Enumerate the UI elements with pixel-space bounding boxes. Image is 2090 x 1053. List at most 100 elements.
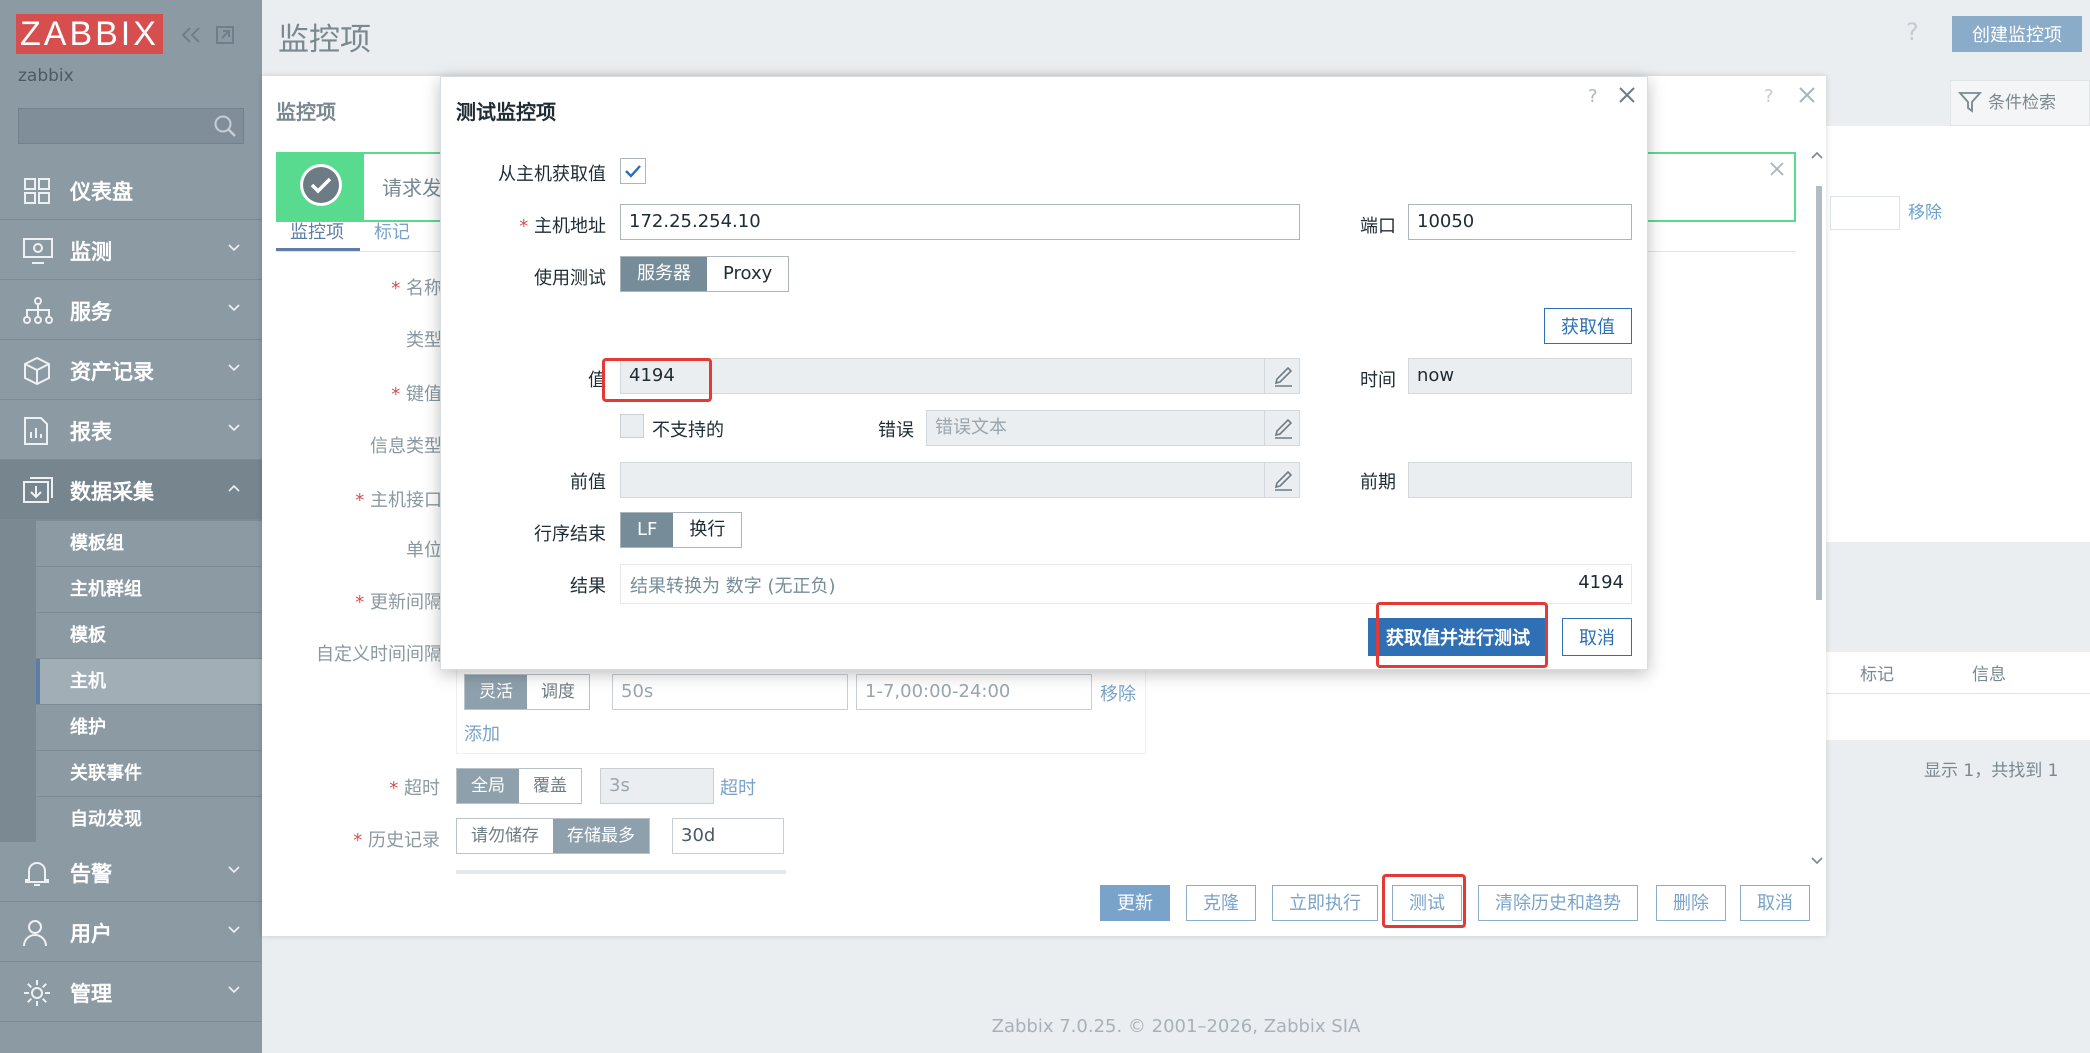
eol-crlf[interactable]: 换行 [673, 513, 742, 547]
nav-item-users[interactable]: 用户 [0, 902, 262, 962]
tab-active-underline [276, 248, 360, 251]
chevron-down-icon [228, 926, 240, 934]
value-edit-icon[interactable] [1264, 358, 1300, 394]
filter-tag-input[interactable] [1830, 196, 1900, 230]
form-fade [456, 870, 786, 874]
kiosk-mode-icon[interactable] [214, 24, 236, 46]
nav-item-administration[interactable]: 管理 [0, 962, 262, 1022]
submenu-event-correlation[interactable]: 关联事件 [36, 750, 262, 796]
help-icon[interactable]: ? [1906, 18, 1919, 46]
nav-label: 资产记录 [70, 360, 154, 384]
history-mode-do-not-store[interactable]: 请勿储存 [457, 819, 553, 853]
test-with-toggle[interactable]: 服务器 Proxy [620, 256, 790, 292]
get-from-host-label: 从主机获取值 [498, 164, 606, 185]
timeout-mode-toggle[interactable]: 全局 覆盖 [456, 768, 582, 804]
test-with-server[interactable]: 服务器 [621, 257, 707, 291]
create-item-button[interactable]: 创建监控项 [1952, 16, 2082, 52]
prev-time-input[interactable] [1408, 462, 1632, 498]
item-test-button-highlight-box [1382, 874, 1466, 928]
host-address-input[interactable]: 172.25.254.10 [620, 204, 1300, 240]
execute-now-button[interactable]: 立即执行 [1272, 885, 1378, 921]
filter-remove-link[interactable]: 移除 [1908, 198, 1942, 223]
prev-value-input[interactable] [620, 462, 1300, 498]
eol-lf[interactable]: LF [621, 513, 674, 547]
timeout-link[interactable]: 超时 [720, 774, 756, 800]
nav-label: 仪表盘 [70, 180, 133, 204]
interval-period-input[interactable]: 1-7,00:00-24:00 [856, 674, 1092, 710]
success-close-icon[interactable] [1770, 162, 1784, 176]
nav-item-monitoring[interactable]: 监测 [0, 220, 262, 280]
interval-remove-link[interactable]: 移除 [1100, 680, 1136, 706]
collapse-sidebar-icon[interactable] [180, 26, 202, 44]
units-label: 单位 [406, 540, 442, 561]
item-dialog-help-icon[interactable]: ? [1764, 86, 1774, 107]
nav-item-inventory[interactable]: 资产记录 [0, 340, 262, 400]
submenu-templates[interactable]: 模板 [36, 612, 262, 658]
get-from-host-checkbox[interactable] [620, 158, 646, 184]
test-dialog-close-icon[interactable] [1618, 86, 1636, 104]
scroll-up-icon[interactable] [1810, 150, 1824, 160]
update-button[interactable]: 更新 [1100, 885, 1170, 921]
port-input[interactable]: 10050 [1408, 204, 1632, 240]
interval-delay-input[interactable]: 50s [612, 674, 848, 710]
test-cancel-button[interactable]: 取消 [1562, 618, 1632, 656]
eol-toggle[interactable]: LF 换行 [620, 512, 743, 548]
nav-item-alerts[interactable]: 告警 [0, 842, 262, 902]
submenu-discovery[interactable]: 自动发现 [36, 796, 262, 842]
submenu-hosts[interactable]: 主机 [36, 658, 262, 705]
test-button-highlight-box [1376, 602, 1548, 668]
nav-item-reports[interactable]: 报表 [0, 400, 262, 460]
search-icon[interactable] [212, 113, 238, 139]
inventory-icon [22, 356, 52, 386]
nav-item-services[interactable]: 服务 [0, 280, 262, 340]
history-mode-store-up-to[interactable]: 存储最多 [553, 819, 649, 853]
zabbix-logo[interactable]: ZABBIX [16, 14, 163, 54]
item-dialog-close-icon[interactable] [1798, 86, 1816, 104]
scroll-down-icon[interactable] [1810, 856, 1824, 866]
error-input[interactable]: 错误文本 [926, 410, 1300, 446]
timeout-input[interactable]: 3s [600, 768, 714, 804]
nav-label: 报表 [70, 420, 112, 444]
filter-label[interactable]: 条件检索 [1988, 88, 2056, 113]
tab-tags[interactable]: 标记 [374, 218, 410, 244]
delete-button[interactable]: 删除 [1656, 885, 1726, 921]
reports-icon [22, 416, 50, 446]
timeout-mode-global[interactable]: 全局 [457, 769, 519, 803]
time-input[interactable]: now [1408, 358, 1632, 394]
interval-mode-toggle[interactable]: 灵活 调度 [464, 674, 590, 710]
nav-item-dashboard[interactable]: 仪表盘 [0, 160, 262, 220]
success-message-text: 请求发 [382, 176, 442, 200]
test-with-proxy[interactable]: Proxy [707, 257, 789, 291]
clone-button[interactable]: 克隆 [1186, 885, 1256, 921]
interval-mode-flexible[interactable]: 灵活 [465, 675, 527, 709]
sidebar-search-input[interactable] [18, 108, 244, 144]
eol-label: 行序结束 [534, 524, 606, 545]
history-mode-toggle[interactable]: 请勿储存 存储最多 [456, 818, 650, 854]
monitoring-icon [22, 236, 54, 266]
submenu-template-groups[interactable]: 模板组 [36, 520, 262, 566]
clear-history-button[interactable]: 清除历史和趋势 [1478, 885, 1638, 921]
table-footer: 显示 1，共找到 1 [1924, 761, 2059, 781]
test-dialog-help-icon[interactable]: ? [1588, 86, 1598, 107]
users-icon [22, 918, 52, 948]
get-value-button[interactable]: 获取值 [1544, 308, 1632, 344]
result-label: 结果 [570, 576, 606, 597]
error-edit-icon[interactable] [1264, 410, 1300, 446]
chevron-down-icon [228, 304, 240, 312]
interval-mode-scheduling[interactable]: 调度 [527, 675, 589, 709]
submenu-host-groups[interactable]: 主机群组 [36, 566, 262, 612]
prev-time-label: 前期 [1360, 472, 1396, 493]
nav-item-data-collection[interactable]: 数据采集 [0, 460, 262, 520]
chevron-down-icon [228, 424, 240, 432]
tab-item[interactable]: 监控项 [290, 218, 344, 244]
cancel-button[interactable]: 取消 [1740, 885, 1810, 921]
unsupported-checkbox[interactable] [620, 414, 644, 438]
history-input[interactable]: 30d [672, 818, 784, 854]
timeout-mode-override[interactable]: 覆盖 [519, 769, 581, 803]
interval-add-link[interactable]: 添加 [464, 720, 500, 746]
value-input[interactable]: 4194 [620, 358, 1300, 394]
submenu-maintenance[interactable]: 维护 [36, 704, 262, 750]
services-icon [22, 296, 54, 326]
prev-value-edit-icon[interactable] [1264, 462, 1300, 498]
scrollbar-thumb[interactable] [1816, 186, 1822, 600]
